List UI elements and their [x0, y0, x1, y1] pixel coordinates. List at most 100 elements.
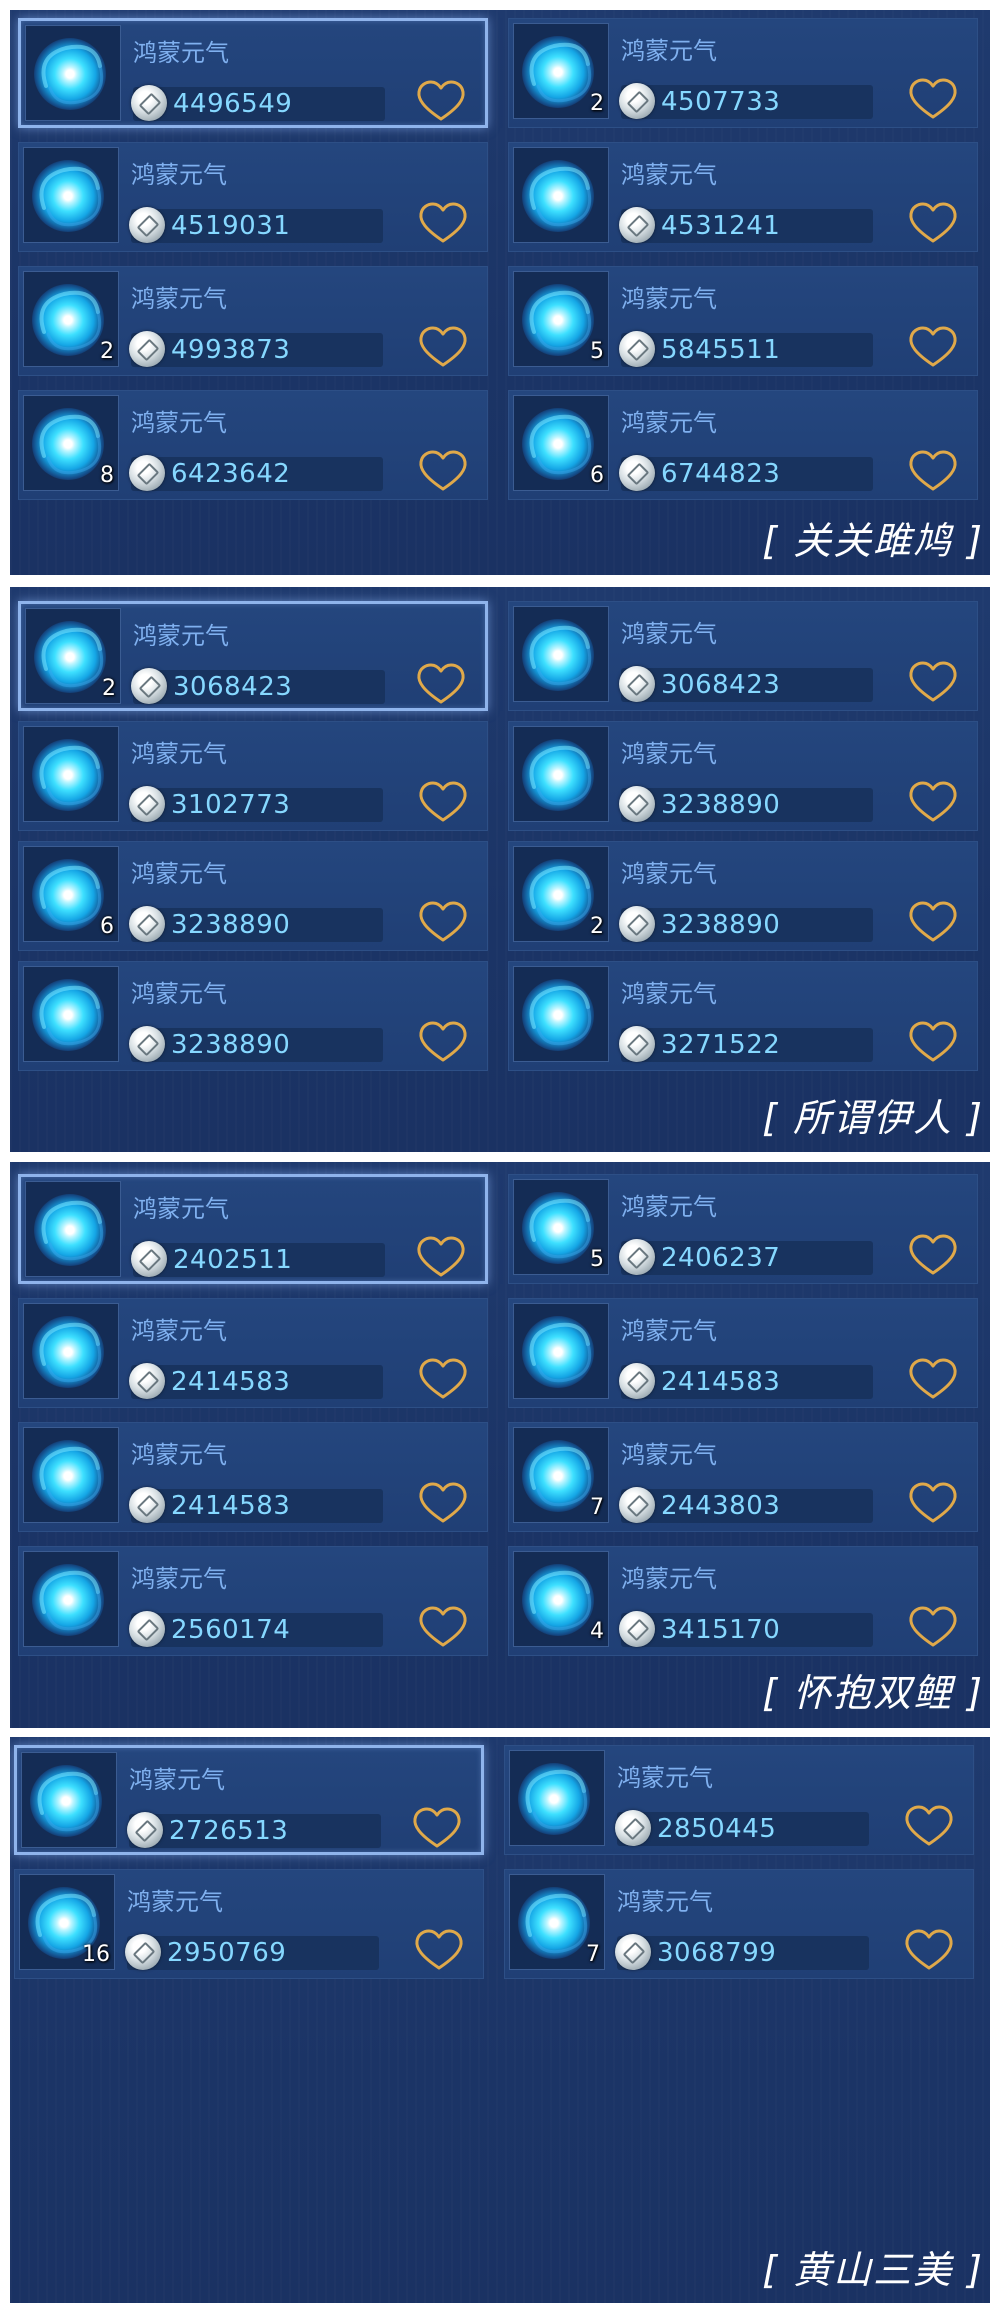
- item-thumbnail: [21, 1752, 117, 1848]
- item-thumbnail: 5: [513, 271, 609, 367]
- heart-outline-icon[interactable]: [907, 449, 959, 493]
- heart-outline-icon[interactable]: [417, 1481, 469, 1525]
- silver-coin-icon: [129, 207, 165, 243]
- item-card[interactable]: 2 鸿蒙元气 3238890: [508, 841, 978, 951]
- price-bar: 4496549: [131, 85, 385, 121]
- item-card[interactable]: 鸿蒙元气 4531241: [508, 142, 978, 252]
- stack-count: 2: [590, 91, 604, 116]
- item-thumbnail: [23, 1427, 119, 1523]
- swirl-icon: [41, 1200, 104, 1261]
- price-bar: 2414583: [619, 1363, 873, 1399]
- heart-outline-icon[interactable]: [903, 1804, 955, 1848]
- item-card[interactable]: 鸿蒙元气 3238890: [18, 961, 488, 1071]
- item-price: 2414583: [171, 1367, 291, 1397]
- heart-outline-icon[interactable]: [415, 662, 467, 706]
- price-bar: 3238890: [619, 906, 873, 942]
- item-price: 3238890: [661, 910, 781, 940]
- item-thumbnail: 2: [25, 608, 121, 704]
- item-price: 4531241: [661, 211, 781, 241]
- silver-coin-icon: [619, 666, 655, 702]
- heart-outline-icon[interactable]: [903, 1928, 955, 1972]
- heart-outline-icon[interactable]: [907, 1481, 959, 1525]
- price-bar: 6423642: [129, 455, 383, 491]
- item-price: 3102773: [171, 790, 291, 820]
- heart-outline-icon[interactable]: [417, 900, 469, 944]
- heart-outline-icon[interactable]: [417, 1605, 469, 1649]
- item-card[interactable]: 鸿蒙元气 3271522: [508, 961, 978, 1071]
- swirl-icon: [529, 166, 592, 227]
- price-bar: 2414583: [129, 1363, 383, 1399]
- item-card[interactable]: 鸿蒙元气 2414583: [18, 1422, 488, 1532]
- item-card[interactable]: 16 鸿蒙元气 2950769: [14, 1869, 484, 1979]
- silver-coin-icon: [619, 83, 655, 119]
- heart-outline-icon[interactable]: [907, 780, 959, 824]
- item-card[interactable]: 7 鸿蒙元气 2443803: [508, 1422, 978, 1532]
- item-price: 3238890: [661, 790, 781, 820]
- heart-outline-icon[interactable]: [907, 660, 959, 704]
- item-card[interactable]: 鸿蒙元气 2414583: [18, 1298, 488, 1408]
- heart-outline-icon[interactable]: [417, 449, 469, 493]
- item-card[interactable]: 5 鸿蒙元气 5845511: [508, 266, 978, 376]
- item-thumbnail: 7: [513, 1427, 609, 1523]
- heart-outline-icon[interactable]: [417, 325, 469, 369]
- item-name: 鸿蒙元气: [131, 1317, 227, 1345]
- item-card[interactable]: 6 鸿蒙元气 3238890: [18, 841, 488, 951]
- item-card[interactable]: 6 鸿蒙元气 6744823: [508, 390, 978, 500]
- item-price: 4507733: [661, 87, 781, 117]
- item-price: 6423642: [171, 459, 291, 489]
- silver-coin-icon: [615, 1934, 651, 1970]
- heart-outline-icon[interactable]: [415, 79, 467, 123]
- price-bar: 4993873: [129, 331, 383, 367]
- item-card[interactable]: 鸿蒙元气 4496549: [18, 18, 488, 128]
- heart-outline-icon[interactable]: [907, 201, 959, 245]
- price-bar: 3271522: [619, 1026, 873, 1062]
- panel-caption: [ 黄山三美 ]: [762, 2248, 984, 2292]
- price-bar: 3068423: [619, 666, 873, 702]
- item-name: 鸿蒙元气: [621, 1441, 717, 1469]
- item-card[interactable]: 鸿蒙元气 2850445: [504, 1745, 974, 1855]
- stack-count: 4: [590, 1619, 604, 1644]
- silver-coin-icon: [619, 1026, 655, 1062]
- heart-outline-icon[interactable]: [907, 1605, 959, 1649]
- swirl-icon: [529, 1322, 592, 1383]
- heart-outline-icon[interactable]: [907, 1020, 959, 1064]
- heart-outline-icon[interactable]: [413, 1928, 465, 1972]
- item-card[interactable]: 鸿蒙元气 3068423: [508, 601, 978, 711]
- item-card[interactable]: 7 鸿蒙元气 3068799: [504, 1869, 974, 1979]
- item-thumbnail: [509, 1750, 605, 1846]
- item-card[interactable]: 鸿蒙元气 2414583: [508, 1298, 978, 1408]
- item-card[interactable]: 鸿蒙元气 4519031: [18, 142, 488, 252]
- heart-outline-icon[interactable]: [907, 900, 959, 944]
- heart-outline-icon[interactable]: [417, 780, 469, 824]
- heart-outline-icon[interactable]: [417, 1357, 469, 1401]
- heart-outline-icon[interactable]: [907, 1357, 959, 1401]
- heart-outline-icon[interactable]: [411, 1806, 463, 1850]
- heart-outline-icon[interactable]: [415, 1235, 467, 1279]
- item-card[interactable]: 2 鸿蒙元气 4507733: [508, 18, 978, 128]
- item-card[interactable]: 鸿蒙元气 3102773: [18, 721, 488, 831]
- item-thumbnail: [513, 726, 609, 822]
- heart-outline-icon[interactable]: [907, 77, 959, 121]
- price-bar: 5845511: [619, 331, 873, 367]
- heart-outline-icon[interactable]: [907, 325, 959, 369]
- heart-outline-icon[interactable]: [907, 1233, 959, 1277]
- heart-outline-icon[interactable]: [417, 201, 469, 245]
- item-card[interactable]: 2 鸿蒙元气 4993873: [18, 266, 488, 376]
- item-card[interactable]: 鸿蒙元气 2402511: [18, 1174, 488, 1284]
- item-name: 鸿蒙元气: [621, 620, 717, 648]
- silver-coin-icon: [129, 786, 165, 822]
- item-card[interactable]: 8 鸿蒙元气 6423642: [18, 390, 488, 500]
- item-card[interactable]: 鸿蒙元气 2560174: [18, 1546, 488, 1656]
- item-price: 2402511: [173, 1245, 293, 1275]
- item-card[interactable]: 鸿蒙元气 3238890: [508, 721, 978, 831]
- item-name: 鸿蒙元气: [131, 1441, 227, 1469]
- item-card[interactable]: 5 鸿蒙元气 2406237: [508, 1174, 978, 1284]
- panel-caption: [ 所谓伊人 ]: [762, 1096, 984, 1140]
- item-card[interactable]: 鸿蒙元气 2726513: [14, 1745, 484, 1855]
- item-thumbnail: 5: [513, 1179, 609, 1275]
- item-name: 鸿蒙元气: [131, 285, 227, 313]
- item-card[interactable]: 2 鸿蒙元气 3068423: [18, 601, 488, 711]
- item-card[interactable]: 4 鸿蒙元气 3415170: [508, 1546, 978, 1656]
- heart-outline-icon[interactable]: [417, 1020, 469, 1064]
- swirl-icon: [39, 1322, 102, 1383]
